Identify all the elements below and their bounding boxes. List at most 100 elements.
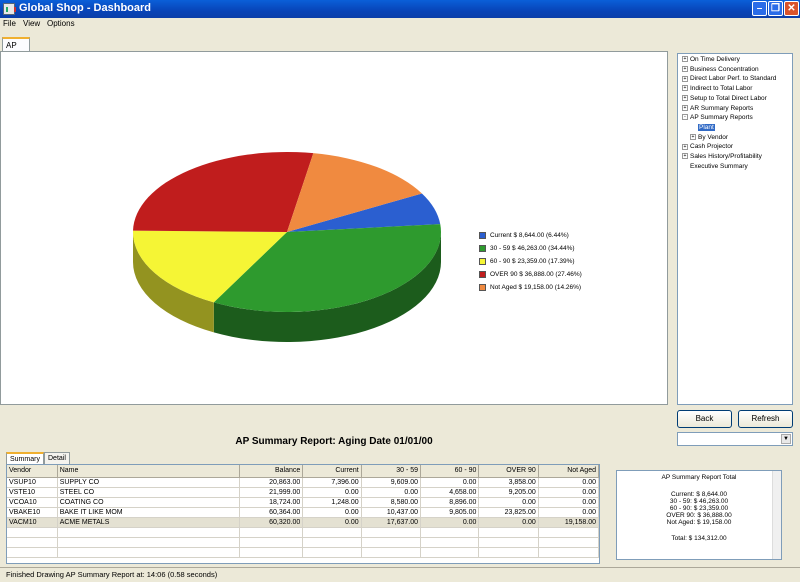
table-cell: 0.00	[302, 517, 362, 528]
tree-item-by-vendor[interactable]: + By Vendor	[690, 134, 728, 141]
summary-table: Vendor Name Balance Current 30 - 59 60 - 90 OV…	[6, 464, 600, 564]
tree-item-label: Sales History/Profitability	[690, 153, 762, 160]
table-cell: 0.00	[538, 507, 599, 518]
pie-slice-over-90	[133, 152, 314, 232]
table-cell: 0.00	[538, 497, 599, 508]
tab-ap-detail-plant[interactable]: AP Detail Plant	[2, 37, 31, 76]
legend-label: 30 - 59 $ 46,263.00 (34.44%)	[490, 245, 575, 253]
column-header[interactable]: Current	[302, 465, 362, 478]
tab-summary[interactable]: Summary	[6, 452, 44, 464]
table-cell: 7,396.00	[302, 477, 362, 488]
tree-item-label: Executive Summary	[690, 162, 748, 170]
report-select[interactable]: ▼	[677, 432, 793, 446]
chevron-down-icon[interactable]: ▼	[781, 434, 791, 444]
column-header[interactable]: 60 - 90	[420, 465, 480, 478]
total-box: AP Summary Report Total Current: $ 8,644…	[616, 470, 782, 560]
column-header[interactable]: OVER 90	[478, 465, 539, 478]
table-cell: 0.00	[538, 487, 599, 498]
table-cell: SUPPLY CO	[57, 477, 241, 488]
menu-view[interactable]: View	[23, 19, 40, 28]
tree-item-plant[interactable]: Plant	[690, 123, 715, 131]
tab-detail[interactable]: Detail	[44, 452, 70, 464]
tree-item-business-concentration[interactable]: + Business Concentration	[682, 66, 759, 73]
tree-item-ap-summary-reports[interactable]: - AP Summary Reports	[682, 114, 753, 121]
tree-item-label: Plant	[698, 123, 715, 131]
column-header[interactable]: Name	[57, 465, 241, 478]
tree-item-sales-history-profitability[interactable]: + Sales History/Profitability	[682, 153, 762, 160]
collapse-icon[interactable]: -	[682, 114, 688, 121]
menu-options[interactable]: Options	[47, 19, 75, 28]
empty-row	[7, 527, 599, 538]
expand-icon[interactable]: +	[682, 85, 688, 92]
column-header[interactable]: Vendor	[7, 465, 58, 478]
tree-item-setup-to-total-direct-labor[interactable]: + Setup to Total Direct Labor	[682, 95, 767, 102]
total-line-item: Current: $ 8,644.00	[670, 491, 727, 498]
refresh-button[interactable]: Refresh	[738, 410, 793, 428]
table-cell: 20,863.00	[239, 477, 304, 488]
table-cell: 0.00	[302, 507, 362, 518]
table-cell: 4,658.00	[420, 487, 480, 498]
total-scrollbar[interactable]	[772, 471, 781, 559]
expand-icon[interactable]: +	[682, 143, 688, 150]
table-row[interactable]: VACM10 ACME METALS 60,320.00 0.00 17,637.00 0…	[7, 517, 599, 528]
total-line-item: 30 - 59: $ 46,263.00	[669, 498, 729, 505]
pie-chart	[133, 152, 441, 342]
tree-item-ar-summary-reports[interactable]: + AR Summary Reports	[682, 105, 753, 112]
expand-icon[interactable]: +	[682, 65, 688, 72]
total-line-item: Not Aged: $ 19,158.00	[666, 519, 732, 526]
column-header[interactable]: Not Aged	[538, 465, 599, 478]
expand-icon[interactable]	[682, 162, 688, 169]
menu-bar: File View Options	[0, 18, 800, 31]
minimize-button[interactable]: –	[752, 1, 767, 16]
expand-icon[interactable]	[690, 124, 696, 131]
menu-file[interactable]: File	[3, 19, 16, 28]
table-cell: 0.00	[420, 477, 480, 488]
tree-item-cash-projector[interactable]: + Cash Projector	[682, 143, 733, 150]
expand-icon[interactable]: +	[682, 56, 688, 63]
table-cell: VBAKE10	[7, 507, 58, 518]
table-cell: COATING CO	[57, 497, 241, 508]
tree-item-label: On Time Delivery	[690, 56, 740, 63]
tree-item-label: Business Concentration	[690, 65, 759, 73]
tree-item-direct-labor-perf-to-standard[interactable]: + Direct Labor Perf. to Standard	[682, 75, 776, 82]
tree-item-on-time-delivery[interactable]: + On Time Delivery	[682, 56, 740, 63]
empty-row	[7, 537, 599, 548]
legend-swatch	[479, 271, 486, 278]
close-button[interactable]: ✕	[784, 1, 799, 16]
table-row[interactable]: VSUP10 SUPPLY CO 20,863.00 7,396.00 9,609.00…	[7, 477, 599, 488]
column-header[interactable]: 30 - 59	[361, 465, 422, 478]
table-cell: BAKE IT LIKE MOM	[57, 507, 241, 518]
legend-label: OVER 90 $ 36,888.00 (27.46%)	[490, 271, 582, 279]
tree-item-executive-summary[interactable]: Executive Summary	[682, 163, 748, 170]
legend-item: Not Aged $ 19,158.00 (14.26%)	[479, 284, 581, 291]
expand-icon[interactable]: +	[682, 153, 688, 160]
legend-label: 60 - 90 $ 23,359.00 (17.39%)	[490, 258, 575, 266]
expand-icon[interactable]: +	[682, 95, 688, 102]
tree-item-label: Cash Projector	[690, 143, 733, 151]
back-button[interactable]: Back	[677, 410, 732, 428]
title-bar: Global Shop - Dashboard – ❐ ✕	[0, 0, 800, 18]
tree-item-indirect-to-total-labor[interactable]: + Indirect to Total Labor	[682, 85, 752, 92]
table-cell: 17,637.00	[361, 517, 422, 528]
tree-item-label: Direct Labor Perf. to Standard	[690, 75, 777, 83]
expand-icon[interactable]: +	[682, 104, 688, 111]
expand-icon[interactable]: +	[690, 133, 696, 140]
expand-icon[interactable]: +	[682, 75, 688, 82]
table-row[interactable]: VSTE10 STEEL CO 21,999.00 0.00 0.00 4,658.00 9…	[7, 487, 599, 498]
table-row[interactable]: VCOA10 COATING CO 18,724.00 1,248.00 8,580.0…	[7, 497, 599, 508]
total-line: Total: $ 134,312.00	[671, 535, 727, 542]
legend-swatch	[479, 258, 486, 265]
table-cell: 9,609.00	[361, 477, 422, 488]
table-cell: 0.00	[538, 477, 599, 488]
legend-swatch	[479, 245, 486, 252]
column-header[interactable]: Balance	[239, 465, 304, 478]
table-cell: 60,364.00	[239, 507, 304, 518]
legend-item: Current $ 8,644.00 (6.44%)	[479, 232, 569, 239]
table-cell: 19,158.00	[538, 517, 599, 528]
tree-item-label: AR Summary Reports	[690, 104, 754, 112]
table-cell: 23,825.00	[478, 507, 539, 518]
maximize-button[interactable]: ❐	[768, 1, 783, 16]
table-row[interactable]: VBAKE10 BAKE IT LIKE MOM 60,364.00 0.00 10,4…	[7, 507, 599, 518]
table-cell: 9,805.00	[420, 507, 480, 518]
table-cell: VCOA10	[7, 497, 58, 508]
